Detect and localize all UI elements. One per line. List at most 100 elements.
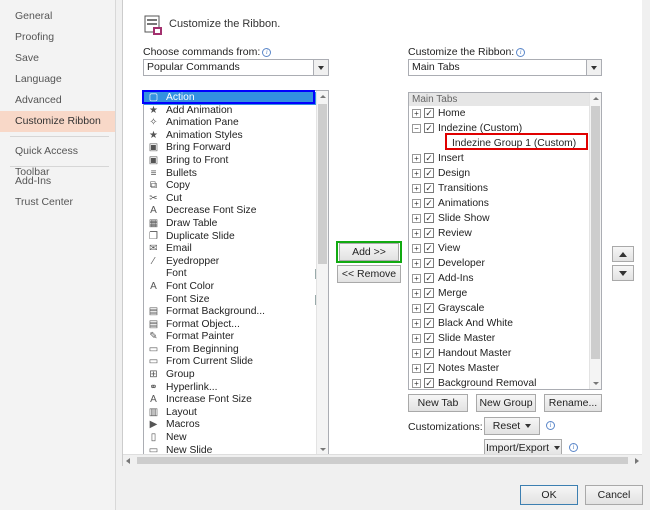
ribbon-tab-item[interactable]: + ✓ Developer <box>409 256 601 271</box>
command-item[interactable]: ≡ Bullets <box>144 168 328 181</box>
add-button[interactable]: Add >> <box>339 243 399 261</box>
ribbon-tab-item[interactable]: + ✓ Slide Master <box>409 331 601 346</box>
scroll-thumb[interactable] <box>591 106 600 359</box>
expand-icon[interactable]: + <box>412 229 421 238</box>
command-item[interactable]: A Increase Font Size <box>144 394 328 407</box>
ribbon-tab-item[interactable]: + ✓ Handout Master <box>409 346 601 361</box>
checkbox-icon[interactable]: ✓ <box>424 228 434 238</box>
checkbox-icon[interactable]: ✓ <box>424 123 434 133</box>
ribbon-tab-item[interactable]: + ✓ Animations <box>409 196 601 211</box>
nav-item-add-ins[interactable]: Add-Ins <box>0 171 115 192</box>
ribbon-tab-item[interactable]: + ✓ Design <box>409 166 601 181</box>
ribbon-tab-item[interactable]: + ✓ View <box>409 241 601 256</box>
nav-item-language[interactable]: Language <box>0 69 115 90</box>
ribbon-tab-item[interactable]: + ✓ Add-Ins <box>409 271 601 286</box>
ribbon-tab-item[interactable]: + ✓ Insert <box>409 151 601 166</box>
reset-button[interactable]: Reset <box>484 417 540 435</box>
command-item[interactable]: ✉ Email <box>144 243 328 256</box>
expand-icon[interactable]: + <box>412 274 421 283</box>
command-item[interactable]: ★ Animation Styles <box>144 130 328 143</box>
command-item[interactable]: ⁄ Eyedropper <box>144 256 328 269</box>
new-group-button[interactable]: New Group <box>476 394 536 412</box>
ribbon-tab-item[interactable]: + ✓ Black And White <box>409 316 601 331</box>
ribbon-tab-item[interactable]: + ✓ Review <box>409 226 601 241</box>
info-icon[interactable]: i <box>546 421 555 430</box>
expand-icon[interactable]: + <box>412 289 421 298</box>
ribbon-tab-item[interactable]: + ✓ Notes Master <box>409 361 601 376</box>
checkbox-icon[interactable]: ✓ <box>424 318 434 328</box>
collapse-icon[interactable]: − <box>412 124 421 133</box>
scroll-up-icon[interactable] <box>590 93 601 105</box>
scroll-up-icon[interactable] <box>317 91 328 103</box>
command-item[interactable]: ▣ Bring to Front <box>144 155 328 168</box>
expand-icon[interactable]: + <box>412 199 421 208</box>
checkbox-icon[interactable]: ✓ <box>424 363 434 373</box>
command-item[interactable]: Font SizeI <box>144 294 328 307</box>
expand-icon[interactable]: + <box>412 379 421 388</box>
commands-list[interactable]: ▢ Action ★ Add Animation ✧ Animation Pane ★ Ani… <box>143 90 329 456</box>
command-item[interactable]: A Decrease Font Size <box>144 205 328 218</box>
checkbox-icon[interactable]: ✓ <box>424 243 434 253</box>
info-icon[interactable]: i <box>262 48 272 57</box>
new-tab-button[interactable]: New Tab <box>408 394 468 412</box>
checkbox-icon[interactable]: ✓ <box>424 198 434 208</box>
expand-icon[interactable]: + <box>412 334 421 343</box>
checkbox-icon[interactable]: ✓ <box>424 108 434 118</box>
command-item[interactable]: ▤ Format Background... <box>144 306 328 319</box>
expand-icon[interactable]: + <box>412 349 421 358</box>
ok-button[interactable]: OK <box>520 485 578 505</box>
info-icon[interactable]: i <box>516 48 526 57</box>
expand-icon[interactable]: + <box>412 364 421 373</box>
rename-button[interactable]: Rename... <box>544 394 602 412</box>
move-down-button[interactable] <box>612 265 634 281</box>
checkbox-icon[interactable]: ✓ <box>424 378 434 388</box>
scroll-thumb[interactable] <box>318 104 327 264</box>
checkbox-icon[interactable]: ✓ <box>424 333 434 343</box>
commands-list-scrollbar[interactable] <box>316 91 328 455</box>
checkbox-icon[interactable]: ✓ <box>424 273 434 283</box>
move-up-button[interactable] <box>612 246 634 262</box>
ribbon-tab-item[interactable]: + ✓ Background Removal <box>409 376 601 389</box>
command-item[interactable]: ▥ Layout <box>144 407 328 420</box>
command-item[interactable]: ▭ From Current Slide <box>144 356 328 369</box>
checkbox-icon[interactable]: ✓ <box>424 288 434 298</box>
checkbox-icon[interactable]: ✓ <box>424 303 434 313</box>
info-icon[interactable]: i <box>569 443 578 452</box>
checkbox-icon[interactable]: ✓ <box>424 213 434 223</box>
scroll-right-icon[interactable] <box>635 458 639 464</box>
expand-icon[interactable]: + <box>412 304 421 313</box>
choose-commands-combo[interactable]: Popular Commands <box>143 59 329 76</box>
command-item[interactable]: FontI <box>144 268 328 281</box>
expand-icon[interactable]: + <box>412 244 421 253</box>
ribbon-tab-item[interactable]: + ✓ Home <box>409 106 601 121</box>
nav-item-customize-ribbon[interactable]: Customize Ribbon <box>0 111 115 132</box>
ribbon-tab-item[interactable]: + ✓ Grayscale <box>409 301 601 316</box>
scroll-down-icon[interactable] <box>590 377 601 389</box>
command-item[interactable]: ⊞ Group <box>144 369 328 382</box>
nav-item-general[interactable]: General <box>0 6 115 27</box>
expand-icon[interactable]: + <box>412 184 421 193</box>
command-item[interactable]: ▤ Format Object... <box>144 319 328 332</box>
expand-icon[interactable]: + <box>412 154 421 163</box>
ribbon-tab-item[interactable]: + ✓ Merge <box>409 286 601 301</box>
ribbon-tab-item[interactable]: + ✓ Slide Show <box>409 211 601 226</box>
command-item[interactable]: ✧ Animation Pane <box>144 117 328 130</box>
command-item[interactable]: ❐ Duplicate Slide <box>144 231 328 244</box>
command-item[interactable]: A Font Color <box>144 281 328 294</box>
command-item[interactable]: ▦ Draw Table <box>144 218 328 231</box>
ribbon-tab-item[interactable]: + ✓ Transitions <box>409 181 601 196</box>
checkbox-icon[interactable]: ✓ <box>424 183 434 193</box>
ribbon-tree-scrollbar[interactable] <box>589 93 601 389</box>
command-item[interactable]: ✂ Cut <box>144 193 328 206</box>
expand-icon[interactable]: + <box>412 169 421 178</box>
command-item[interactable]: ★ Add Animation <box>144 105 328 118</box>
cancel-button[interactable]: Cancel <box>585 485 643 505</box>
expand-icon[interactable]: + <box>412 214 421 223</box>
customize-ribbon-combo[interactable]: Main Tabs <box>408 59 602 76</box>
remove-button[interactable]: << Remove <box>337 265 401 283</box>
nav-item-proofing[interactable]: Proofing <box>0 27 115 48</box>
checkbox-icon[interactable]: ✓ <box>424 258 434 268</box>
command-item[interactable]: ⚭ Hyperlink... <box>144 382 328 395</box>
command-item[interactable]: ⧉ Copy <box>144 180 328 193</box>
nav-item-quick-access-toolbar[interactable]: Quick Access Toolbar <box>0 141 115 178</box>
